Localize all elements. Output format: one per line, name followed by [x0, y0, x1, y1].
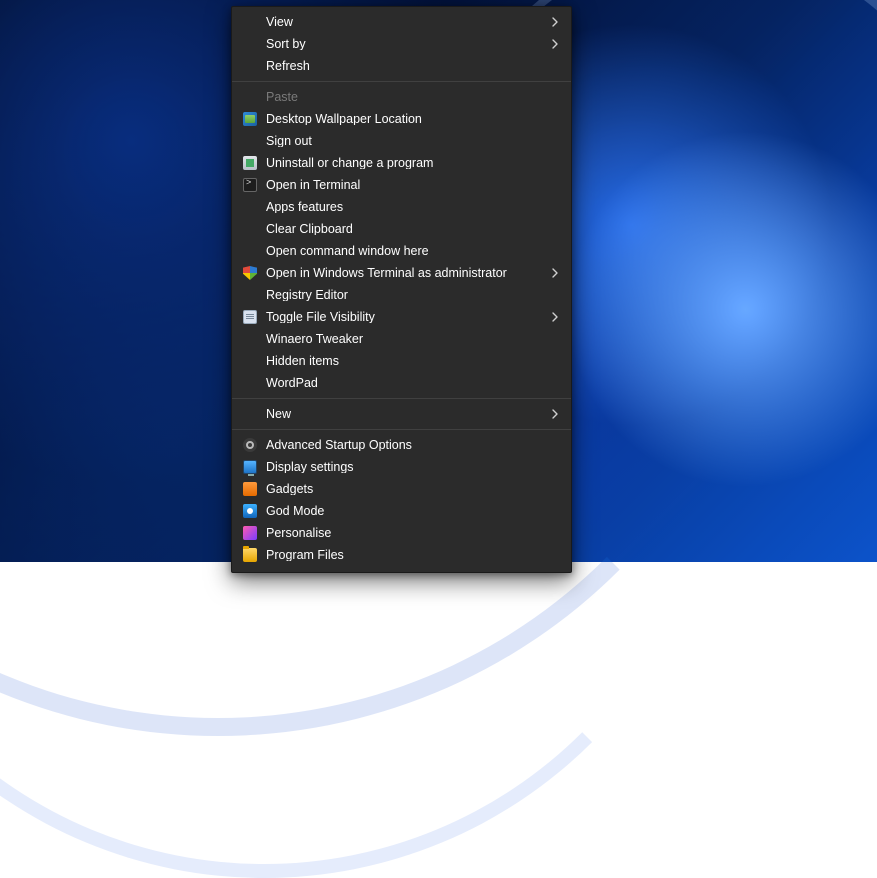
menu-item-new[interactable]: New: [232, 403, 571, 425]
menu-item-god-mode[interactable]: God Mode: [232, 500, 571, 522]
menu-item-refresh[interactable]: Refresh: [232, 55, 571, 77]
menu-separator: [232, 429, 571, 430]
chevron-right-icon: [549, 39, 559, 49]
menu-item-label: Open in Terminal: [266, 179, 549, 192]
menu-item-label: Sign out: [266, 135, 549, 148]
menu-item-label: Apps features: [266, 201, 549, 214]
desktop-context-menu: View Sort by Refresh Paste Desktop Wallpaper…: [231, 6, 572, 573]
blank-icon: [242, 331, 258, 347]
menu-item-label: Toggle File Visibility: [266, 311, 549, 324]
menu-item-label: New: [266, 408, 549, 421]
menu-item-gadgets[interactable]: Gadgets: [232, 478, 571, 500]
menu-item-sign-out[interactable]: Sign out: [232, 130, 571, 152]
doc-icon: [242, 309, 258, 325]
gadget-icon: [242, 481, 258, 497]
menu-item-display-settings[interactable]: Display settings: [232, 456, 571, 478]
menu-item-label: Open in Windows Terminal as administrato…: [266, 267, 549, 280]
personalise-icon: [242, 525, 258, 541]
menu-item-label: Open command window here: [266, 245, 549, 258]
menu-item-uninstall-change-program[interactable]: Uninstall or change a program: [232, 152, 571, 174]
menu-item-desktop-wallpaper-location[interactable]: Desktop Wallpaper Location: [232, 108, 571, 130]
menu-item-program-files[interactable]: Program Files: [232, 544, 571, 566]
shield-icon: [242, 265, 258, 281]
blank-icon: [242, 243, 258, 259]
menu-item-advanced-startup-options[interactable]: Advanced Startup Options: [232, 434, 571, 456]
menu-item-clear-clipboard[interactable]: Clear Clipboard: [232, 218, 571, 240]
blank-icon: [242, 353, 258, 369]
monitor-icon: [242, 459, 258, 475]
blank-icon: [242, 133, 258, 149]
gear-icon: [242, 437, 258, 453]
img-icon: [242, 111, 258, 127]
menu-item-label: Winaero Tweaker: [266, 333, 549, 346]
menu-item-open-windows-terminal-admin[interactable]: Open in Windows Terminal as administrato…: [232, 262, 571, 284]
menu-item-label: Clear Clipboard: [266, 223, 549, 236]
menu-item-label: Hidden items: [266, 355, 549, 368]
menu-item-label: Program Files: [266, 549, 549, 562]
menu-separator: [232, 81, 571, 82]
menu-item-open-in-terminal[interactable]: Open in Terminal: [232, 174, 571, 196]
menu-item-personalise[interactable]: Personalise: [232, 522, 571, 544]
menu-item-label: Sort by: [266, 38, 549, 51]
menu-item-apps-features[interactable]: Apps features: [232, 196, 571, 218]
blank-icon: [242, 375, 258, 391]
menu-item-label: Registry Editor: [266, 289, 549, 302]
chevron-right-icon: [549, 312, 559, 322]
chevron-right-icon: [549, 268, 559, 278]
menu-item-label: View: [266, 16, 549, 29]
uninstall-icon: [242, 155, 258, 171]
menu-item-open-command-window-here[interactable]: Open command window here: [232, 240, 571, 262]
blank-icon: [242, 221, 258, 237]
menu-item-paste: Paste: [232, 86, 571, 108]
menu-item-toggle-file-visibility[interactable]: Toggle File Visibility: [232, 306, 571, 328]
folder-icon: [242, 547, 258, 563]
blank-icon: [242, 58, 258, 74]
menu-separator: [232, 398, 571, 399]
terminal-icon: [242, 177, 258, 193]
menu-item-label: Personalise: [266, 527, 549, 540]
menu-item-hidden-items[interactable]: Hidden items: [232, 350, 571, 372]
blank-icon: [242, 36, 258, 52]
blank-icon: [242, 14, 258, 30]
menu-item-label: Refresh: [266, 60, 549, 73]
blank-icon: [242, 287, 258, 303]
menu-item-label: Display settings: [266, 461, 549, 474]
menu-item-winaero-tweaker[interactable]: Winaero Tweaker: [232, 328, 571, 350]
menu-item-label: Uninstall or change a program: [266, 157, 549, 170]
blank-icon: [242, 199, 258, 215]
menu-item-view[interactable]: View: [232, 11, 571, 33]
menu-item-wordpad[interactable]: WordPad: [232, 372, 571, 394]
menu-item-label: WordPad: [266, 377, 549, 390]
menu-item-label: Gadgets: [266, 483, 549, 496]
menu-item-sort-by[interactable]: Sort by: [232, 33, 571, 55]
menu-item-label: Paste: [266, 91, 549, 104]
god-icon: [242, 503, 258, 519]
menu-item-registry-editor[interactable]: Registry Editor: [232, 284, 571, 306]
menu-item-label: Desktop Wallpaper Location: [266, 113, 549, 126]
blank-icon: [242, 406, 258, 422]
menu-item-label: God Mode: [266, 505, 549, 518]
menu-item-label: Advanced Startup Options: [266, 439, 549, 452]
blank-icon: [242, 89, 258, 105]
chevron-right-icon: [549, 409, 559, 419]
chevron-right-icon: [549, 17, 559, 27]
